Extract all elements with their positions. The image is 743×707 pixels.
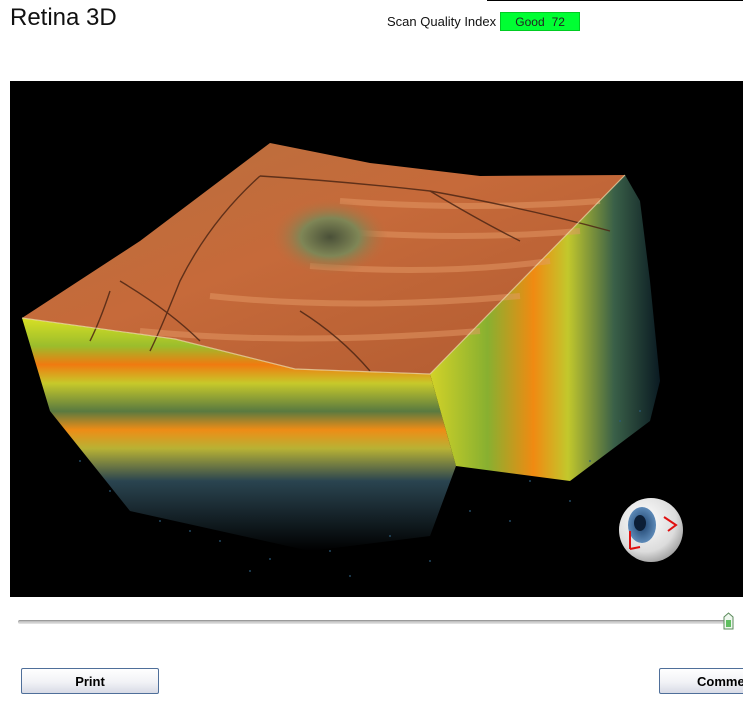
scan-quality-status: Good (515, 14, 545, 29)
page-title: Retina 3D (10, 4, 117, 31)
retina-3d-viewport[interactable] (10, 81, 743, 597)
slider-track[interactable] (18, 620, 730, 624)
scan-quality-label: Scan Quality Index (387, 14, 497, 29)
frame-slider[interactable] (18, 612, 736, 632)
eye-orientation-icon[interactable] (616, 495, 686, 565)
comment-button[interactable]: Comme (659, 668, 743, 694)
scan-quality-badge: Good 72 (500, 12, 581, 31)
retina-3d-window: Retina 3D Scan Quality Index Good 72 Pri… (0, 0, 743, 707)
slider-thumb[interactable] (723, 612, 734, 630)
fovea-pit (272, 199, 388, 275)
divider (487, 0, 743, 1)
scan-quality-index: Scan Quality Index Good 72 (387, 12, 581, 31)
print-button[interactable]: Print (21, 668, 159, 694)
scan-quality-value: 72 (551, 14, 565, 29)
